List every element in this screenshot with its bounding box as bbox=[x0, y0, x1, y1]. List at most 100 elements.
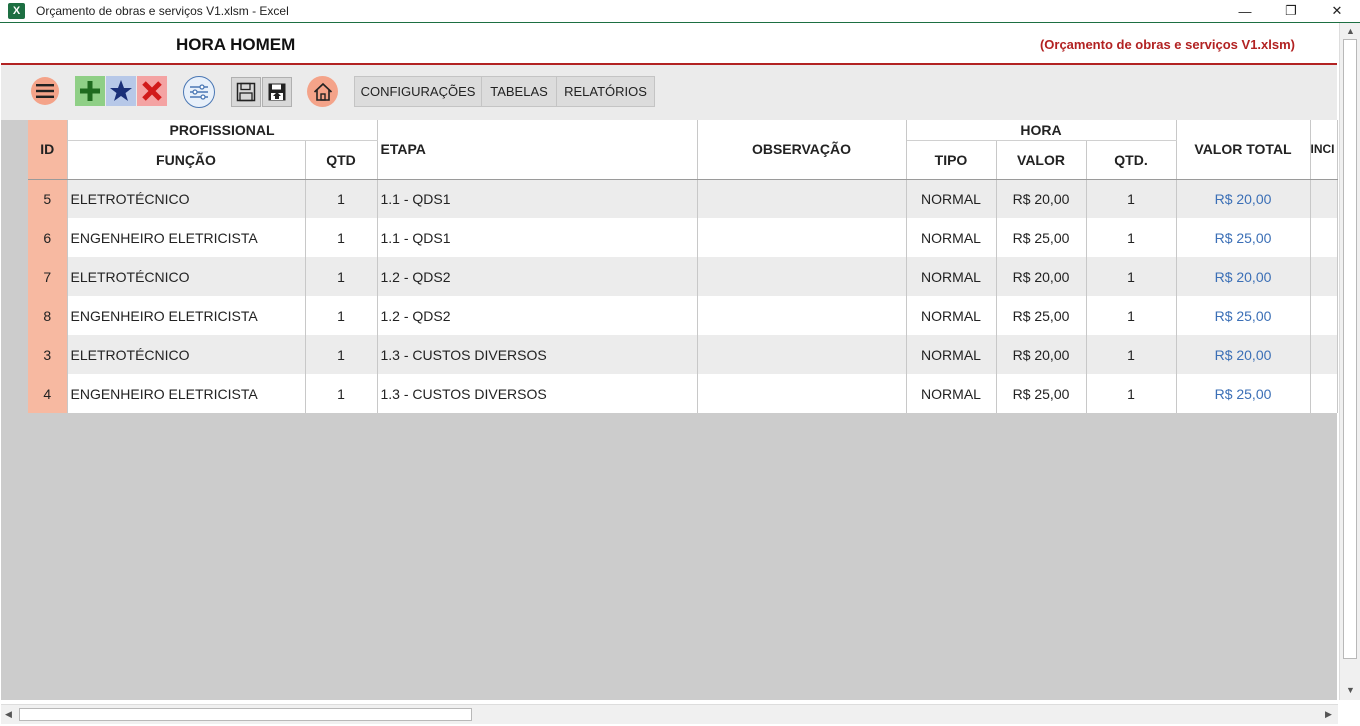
cell-tipo[interactable]: NORMAL bbox=[906, 374, 997, 413]
cell-id[interactable]: 3 bbox=[28, 335, 68, 374]
cell-clipped[interactable] bbox=[1310, 179, 1338, 218]
cell-clipped[interactable] bbox=[1310, 218, 1338, 257]
sheet-header: HORA HOMEM (Orçamento de obras e serviço… bbox=[1, 23, 1337, 65]
cell-qtd[interactable]: 1 bbox=[305, 374, 378, 413]
cell-qtd-hora[interactable]: 1 bbox=[1086, 218, 1177, 257]
filter-settings-icon[interactable] bbox=[183, 76, 215, 108]
menu-icon[interactable] bbox=[31, 77, 59, 105]
col-header-observacao: OBSERVAÇÃO bbox=[697, 120, 907, 180]
cell-observacao[interactable] bbox=[697, 257, 907, 296]
cell-funcao[interactable]: ENGENHEIRO ELETRICISTA bbox=[67, 374, 306, 413]
col-header-qtd-hora: QTD. bbox=[1086, 140, 1177, 180]
cell-valor[interactable]: R$ 20,00 bbox=[996, 257, 1087, 296]
cell-qtd[interactable]: 1 bbox=[305, 296, 378, 335]
menu-tabelas[interactable]: TABELAS bbox=[481, 76, 557, 107]
row-gutter bbox=[1, 120, 28, 412]
cell-valor-total[interactable]: R$ 20,00 bbox=[1176, 257, 1311, 296]
cell-id[interactable]: 4 bbox=[28, 374, 68, 413]
cell-tipo[interactable]: NORMAL bbox=[906, 335, 997, 374]
cell-etapa[interactable]: 1.2 - QDS2 bbox=[377, 257, 698, 296]
cell-etapa[interactable]: 1.2 - QDS2 bbox=[377, 296, 698, 335]
horizontal-scrollbar[interactable]: ◀ ▶ bbox=[1, 704, 1338, 724]
table-row[interactable]: 8 ENGENHEIRO ELETRICISTA 1 1.2 - QDS2 NO… bbox=[28, 296, 1338, 335]
cell-valor-total[interactable]: R$ 20,00 bbox=[1176, 335, 1311, 374]
table-row[interactable]: 3 ELETROTÉCNICO 1 1.3 - CUSTOS DIVERSOS … bbox=[28, 335, 1338, 374]
cell-id[interactable]: 5 bbox=[28, 179, 68, 218]
table-row[interactable]: 5 ELETROTÉCNICO 1 1.1 - QDS1 NORMAL R$ 2… bbox=[28, 179, 1338, 218]
scroll-right-icon[interactable]: ▶ bbox=[1325, 709, 1332, 720]
cell-qtd-hora[interactable]: 1 bbox=[1086, 257, 1177, 296]
vertical-scrollbar[interactable]: ▲ ▼ bbox=[1339, 23, 1360, 700]
home-icon[interactable] bbox=[307, 76, 338, 107]
cell-id[interactable]: 8 bbox=[28, 296, 68, 335]
table-row[interactable]: 4 ENGENHEIRO ELETRICISTA 1 1.3 - CUSTOS … bbox=[28, 374, 1338, 413]
cell-etapa[interactable]: 1.3 - CUSTOS DIVERSOS bbox=[377, 335, 698, 374]
cell-clipped[interactable] bbox=[1310, 374, 1338, 413]
cell-tipo[interactable]: NORMAL bbox=[906, 218, 997, 257]
minimize-button[interactable]: — bbox=[1222, 0, 1268, 22]
cell-clipped[interactable] bbox=[1310, 257, 1338, 296]
title-bar: X Orçamento de obras e serviços V1.xlsm … bbox=[0, 0, 1360, 22]
cell-clipped[interactable] bbox=[1310, 296, 1338, 335]
cell-valor-total[interactable]: R$ 25,00 bbox=[1176, 218, 1311, 257]
col-header-valor-total: VALOR TOTAL bbox=[1176, 120, 1311, 180]
cell-valor-total[interactable]: R$ 25,00 bbox=[1176, 374, 1311, 413]
vertical-scroll-thumb[interactable] bbox=[1343, 39, 1357, 659]
table-row[interactable]: 6 ENGENHEIRO ELETRICISTA 1 1.1 - QDS1 NO… bbox=[28, 218, 1338, 257]
save-icon[interactable] bbox=[231, 77, 261, 107]
cell-observacao[interactable] bbox=[697, 296, 907, 335]
cell-observacao[interactable] bbox=[697, 218, 907, 257]
horizontal-scroll-thumb[interactable] bbox=[19, 708, 472, 721]
save-as-icon[interactable] bbox=[262, 77, 292, 107]
col-header-id: ID bbox=[28, 120, 68, 180]
cell-observacao[interactable] bbox=[697, 335, 907, 374]
cell-observacao[interactable] bbox=[697, 374, 907, 413]
cell-funcao[interactable]: ENGENHEIRO ELETRICISTA bbox=[67, 296, 306, 335]
cell-qtd[interactable]: 1 bbox=[305, 179, 378, 218]
scroll-up-icon[interactable]: ▲ bbox=[1346, 26, 1355, 36]
cell-qtd-hora[interactable]: 1 bbox=[1086, 296, 1177, 335]
restore-button[interactable]: ❐ bbox=[1268, 0, 1314, 22]
cell-id[interactable]: 7 bbox=[28, 257, 68, 296]
cell-observacao[interactable] bbox=[697, 179, 907, 218]
table-row[interactable]: 7 ELETROTÉCNICO 1 1.2 - QDS2 NORMAL R$ 2… bbox=[28, 257, 1338, 296]
page-title: HORA HOMEM bbox=[176, 35, 296, 54]
cell-valor-total[interactable]: R$ 25,00 bbox=[1176, 296, 1311, 335]
cell-tipo[interactable]: NORMAL bbox=[906, 296, 997, 335]
menu-configuracoes[interactable]: CONFIGURAÇÕES bbox=[354, 76, 482, 107]
cell-qtd[interactable]: 1 bbox=[305, 257, 378, 296]
cell-etapa[interactable]: 1.1 - QDS1 bbox=[377, 218, 698, 257]
col-header-qtd: QTD bbox=[305, 140, 378, 180]
cell-etapa[interactable]: 1.3 - CUSTOS DIVERSOS bbox=[377, 374, 698, 413]
cell-etapa[interactable]: 1.1 - QDS1 bbox=[377, 179, 698, 218]
cell-clipped[interactable] bbox=[1310, 335, 1338, 374]
cell-qtd-hora[interactable]: 1 bbox=[1086, 374, 1177, 413]
close-button[interactable]: ✕ bbox=[1314, 0, 1360, 22]
menu-relatorios[interactable]: RELATÓRIOS bbox=[556, 76, 655, 107]
delete-icon[interactable] bbox=[137, 76, 167, 106]
scroll-left-icon[interactable]: ◀ bbox=[5, 709, 12, 720]
file-name-label: (Orçamento de obras e serviços V1.xlsm) bbox=[1039, 37, 1295, 52]
cell-funcao[interactable]: ELETROTÉCNICO bbox=[67, 335, 306, 374]
cell-valor[interactable]: R$ 25,00 bbox=[996, 296, 1087, 335]
cell-valor[interactable]: R$ 25,00 bbox=[996, 218, 1087, 257]
cell-valor[interactable]: R$ 20,00 bbox=[996, 335, 1087, 374]
cell-qtd-hora[interactable]: 1 bbox=[1086, 179, 1177, 218]
cell-valor[interactable]: R$ 20,00 bbox=[996, 179, 1087, 218]
cell-qtd-hora[interactable]: 1 bbox=[1086, 335, 1177, 374]
cell-valor[interactable]: R$ 25,00 bbox=[996, 374, 1087, 413]
cell-funcao[interactable]: ENGENHEIRO ELETRICISTA bbox=[67, 218, 306, 257]
scroll-down-icon[interactable]: ▼ bbox=[1346, 685, 1355, 695]
star-icon[interactable] bbox=[106, 76, 136, 106]
cell-tipo[interactable]: NORMAL bbox=[906, 179, 997, 218]
cell-id[interactable]: 6 bbox=[28, 218, 68, 257]
cell-funcao[interactable]: ELETROTÉCNICO bbox=[67, 179, 306, 218]
add-icon[interactable] bbox=[75, 76, 105, 106]
cell-tipo[interactable]: NORMAL bbox=[906, 257, 997, 296]
cell-qtd[interactable]: 1 bbox=[305, 335, 378, 374]
cell-valor-total[interactable]: R$ 20,00 bbox=[1176, 179, 1311, 218]
cell-qtd[interactable]: 1 bbox=[305, 218, 378, 257]
cell-funcao[interactable]: ELETROTÉCNICO bbox=[67, 257, 306, 296]
hora-homem-table: ID PROFISSIONAL ETAPA OBSERVAÇÃO HORA VA… bbox=[28, 120, 1338, 413]
col-header-etapa: ETAPA bbox=[377, 120, 698, 180]
